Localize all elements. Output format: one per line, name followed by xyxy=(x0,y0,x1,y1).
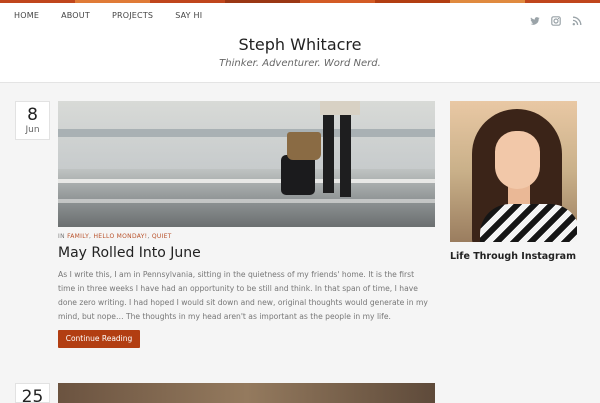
image-suitcase xyxy=(281,155,315,195)
image-leg xyxy=(340,101,351,197)
nav-item-say-hi[interactable]: SAY HI xyxy=(175,11,202,20)
instagram-icon[interactable] xyxy=(551,11,561,26)
nav-item-projects[interactable]: PROJECTS xyxy=(112,11,153,20)
photo-face xyxy=(495,131,540,189)
post-featured-image[interactable] xyxy=(58,101,435,227)
photo-shirt xyxy=(480,204,577,242)
rss-icon[interactable] xyxy=(572,11,582,26)
sidebar-profile-photo xyxy=(450,101,577,242)
post-date-month: Jun xyxy=(25,125,40,135)
sidebar-widget-title: Life Through Instagram xyxy=(450,251,576,262)
category-link[interactable]: FAMILY xyxy=(67,233,89,240)
post-date-badge: 8 Jun xyxy=(15,101,50,140)
image-shirt xyxy=(320,101,360,115)
post-date-day: 25 xyxy=(21,387,44,403)
post-title[interactable]: May Rolled Into June xyxy=(58,245,201,261)
nav-item-about[interactable]: ABOUT xyxy=(61,11,90,20)
nav-item-home[interactable]: HOME xyxy=(14,11,39,20)
continue-reading-button[interactable]: Continue Reading xyxy=(58,330,140,348)
site-title[interactable]: Steph Whitacre xyxy=(0,35,600,54)
twitter-icon[interactable] xyxy=(530,11,540,25)
post-categories-prefix: IN xyxy=(58,233,65,240)
site-header: HOME ABOUT PROJECTS SAY HI Steph Whitacr… xyxy=(0,3,600,83)
image-floor xyxy=(58,169,435,227)
social-links xyxy=(530,11,582,26)
post-excerpt: As I write this, I am in Pennsylvania, s… xyxy=(58,270,428,321)
post-date-badge: 25 xyxy=(15,383,50,403)
post-categories: IN FAMILY, HELLO MONDAY!, QUIET xyxy=(58,233,172,240)
image-floor-highlight xyxy=(58,199,435,203)
post-featured-image[interactable] xyxy=(58,383,435,403)
image-floor-highlight xyxy=(58,179,435,183)
post-date-day: 8 xyxy=(27,105,38,125)
site-tagline: Thinker. Adventurer. Word Nerd. xyxy=(219,58,381,69)
image-railing xyxy=(58,129,435,137)
category-link[interactable]: HELLO MONDAY! xyxy=(93,233,147,240)
category-link[interactable]: QUIET xyxy=(152,233,172,240)
image-handbag xyxy=(287,132,321,160)
main-nav: HOME ABOUT PROJECTS SAY HI xyxy=(14,11,224,20)
